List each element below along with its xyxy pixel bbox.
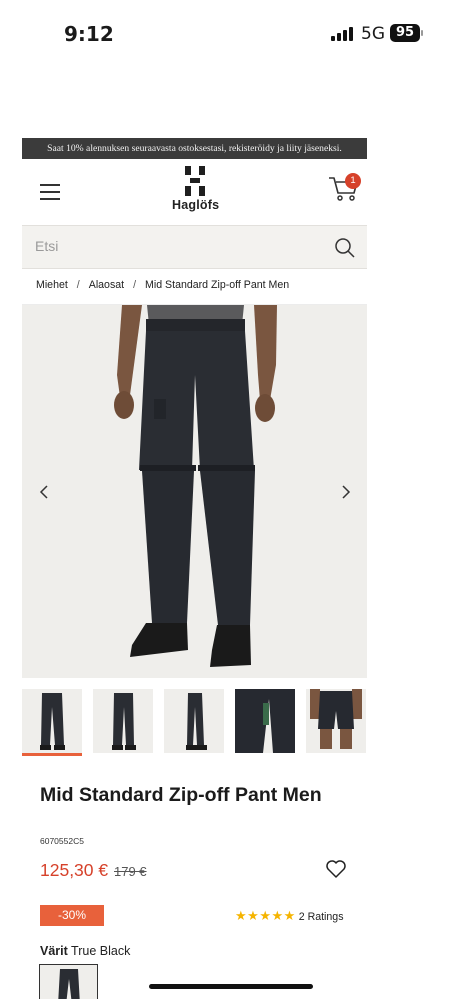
thumbnail-5[interactable] xyxy=(306,689,366,753)
breadcrumb-separator: / xyxy=(76,279,80,291)
star-icon: ★ xyxy=(235,908,248,923)
home-indicator xyxy=(149,984,313,989)
signal-icon xyxy=(331,27,353,41)
star-icon: ★ xyxy=(271,908,284,923)
star-icon: ★ xyxy=(259,908,272,923)
haglofs-logo-icon xyxy=(183,166,207,196)
breadcrumb-item-miehet[interactable]: Miehet xyxy=(36,279,68,291)
thumbnail-1[interactable] xyxy=(22,689,82,753)
product-image-carousel[interactable] xyxy=(22,305,367,678)
thumbnail-2[interactable] xyxy=(93,689,153,753)
battery-tip xyxy=(421,30,423,36)
search-input[interactable] xyxy=(35,238,315,254)
color-value: True Black xyxy=(71,944,131,958)
current-price: 125,30 € xyxy=(40,860,109,880)
color-label: Värit True Black xyxy=(40,944,130,958)
wishlist-heart-icon[interactable] xyxy=(325,859,347,879)
product-page: Saat 10% alennuksen seuraavasta ostokses… xyxy=(22,138,367,999)
search-bar xyxy=(22,225,367,269)
brand-name: Haglöfs xyxy=(172,198,220,212)
brand-logo[interactable]: Haglöfs xyxy=(172,166,220,212)
thumbnail-4[interactable] xyxy=(235,689,295,753)
status-time: 9:12 xyxy=(64,22,114,46)
status-bar: 9:12 5G 95 xyxy=(0,0,461,70)
thumbnail-3[interactable] xyxy=(164,689,224,753)
color-swatch-true-black[interactable] xyxy=(39,964,98,999)
promo-banner[interactable]: Saat 10% alennuksen seuraavasta ostokses… xyxy=(22,138,367,159)
thumbnail-strip xyxy=(22,689,367,756)
network-label: 5G xyxy=(361,24,385,44)
color-label-title: Värit xyxy=(40,944,68,958)
search-icon[interactable] xyxy=(334,237,356,259)
rating-count: 2 Ratings xyxy=(298,911,344,923)
battery-icon: 95 xyxy=(390,24,420,42)
breadcrumb-item-current: Mid Standard Zip-off Pant Men xyxy=(145,279,290,291)
star-icon: ★ xyxy=(247,908,260,923)
product-title: Mid Standard Zip-off Pant Men xyxy=(40,784,322,806)
cart-count-badge: 1 xyxy=(345,173,361,189)
hamburger-menu-icon[interactable] xyxy=(40,184,60,200)
breadcrumb-separator: / xyxy=(133,279,137,291)
original-price: 179 € xyxy=(114,864,147,879)
product-sku: 6070552C5 xyxy=(40,836,84,846)
breadcrumb: Miehet / Alaosat / Mid Standard Zip-off Pant… xyxy=(36,279,289,291)
carousel-next-icon[interactable] xyxy=(336,480,356,504)
star-icon: ★ xyxy=(283,908,296,923)
discount-badge: -30% xyxy=(40,905,104,926)
breadcrumb-item-alaosat[interactable]: Alaosat xyxy=(89,279,124,291)
product-image xyxy=(114,305,277,667)
carousel-prev-icon[interactable] xyxy=(34,480,54,504)
rating-summary[interactable]: ★★★★★ 2 Ratings xyxy=(235,908,344,924)
thumbnail-active-indicator xyxy=(22,753,82,756)
